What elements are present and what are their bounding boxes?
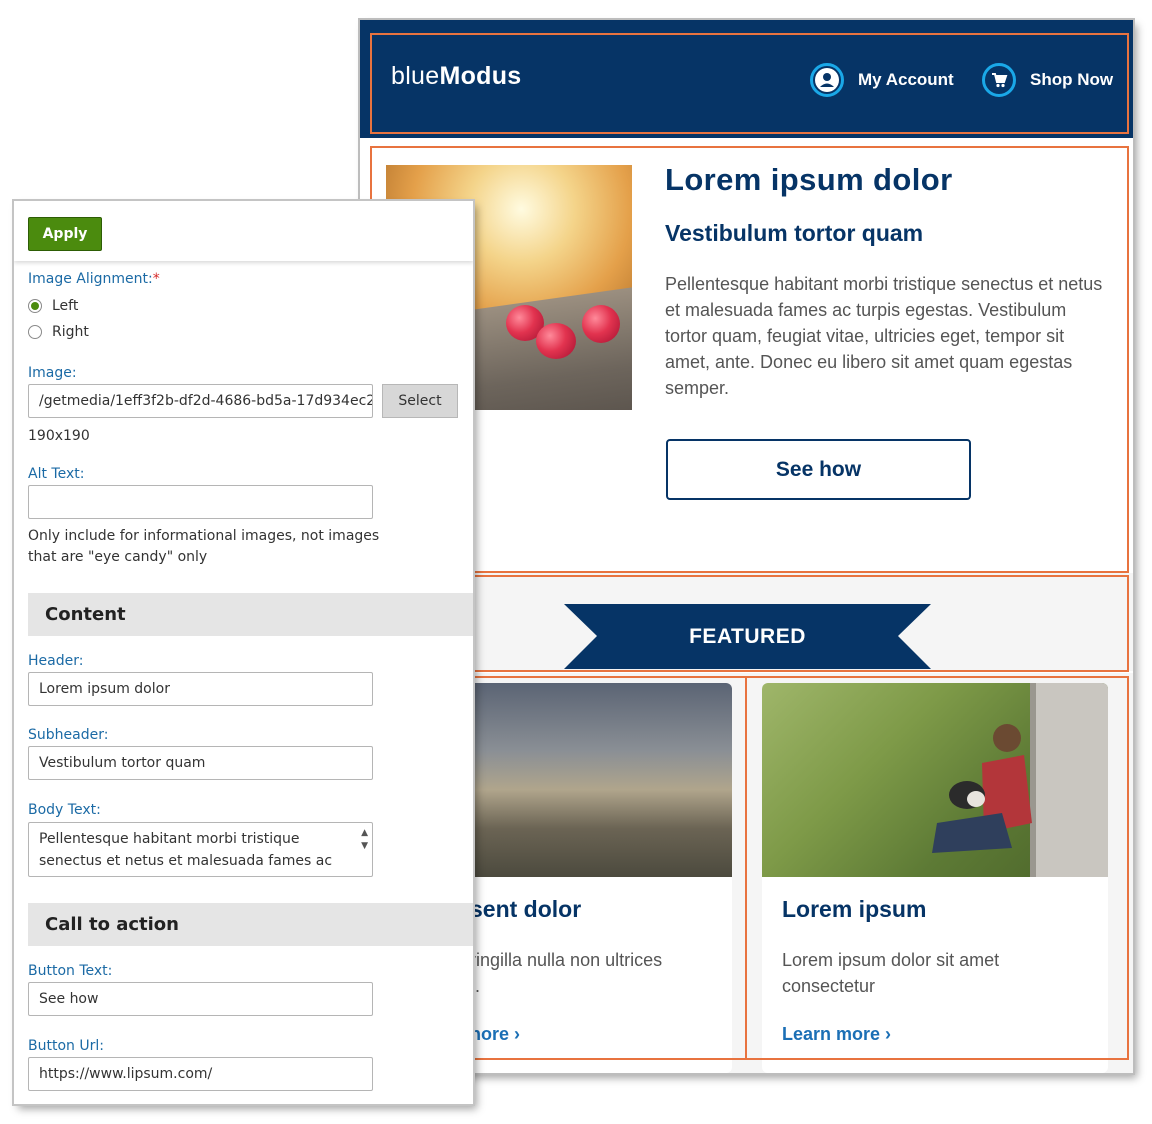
header-input[interactable]: Lorem ipsum dolor [28, 672, 373, 706]
alignment-right-option[interactable]: Right [28, 324, 89, 340]
body-text-label: Body Text: [28, 802, 101, 818]
hero-title: Lorem ipsum dolor [665, 162, 953, 197]
shop-now-link[interactable]: Shop Now [982, 60, 1113, 100]
card-2-link[interactable]: Learn more › [782, 1024, 891, 1045]
hero-subtitle: Vestibulum tortor quam [665, 220, 924, 246]
image-alignment-label: Image Alignment:* [28, 271, 160, 287]
button-text-input[interactable]: See how [28, 982, 373, 1016]
my-account-label: My Account [858, 70, 954, 89]
hero-cta-button[interactable]: See how [666, 439, 971, 500]
card-1-text: ringilla nulla non ultrices t. [470, 950, 663, 996]
image-label: Image: [28, 365, 77, 381]
cart-icon [982, 63, 1016, 97]
alt-text-input[interactable] [28, 485, 373, 519]
apply-button[interactable]: Apply [28, 217, 102, 251]
panel-toolbar: Apply [14, 201, 473, 261]
button-url-input[interactable]: https://www.lipsum.com/ [28, 1057, 373, 1091]
featured-label: FEATURED [689, 624, 806, 648]
alignment-right-radio[interactable] [28, 325, 42, 339]
card-2: Lorem ipsum Lorem ipsum dolor sit amet c… [762, 683, 1108, 1073]
user-icon [810, 63, 844, 97]
hero-body: Pellentesque habitant morbi tristique se… [665, 274, 1103, 398]
card-2-image [762, 683, 1108, 877]
subheader-field-label: Subheader: [28, 727, 109, 743]
image-path-input[interactable]: /getmedia/1eff3f2b-df2d-4686-bd5a-17d934… [28, 384, 373, 418]
subheader-input[interactable]: Vestibulum tortor quam [28, 746, 373, 780]
header-field-label: Header: [28, 653, 84, 669]
email-header: blueModus My Account Shop Now [360, 20, 1133, 138]
content-section-header[interactable]: Content [28, 593, 473, 636]
body-text-textarea[interactable]: Pellentesque habitant morbi tristique se… [28, 822, 373, 877]
card-2-title: Lorem ipsum [782, 896, 927, 922]
brand-logo: blueModus [391, 62, 522, 90]
card-1-title: sent dolor [470, 896, 582, 922]
select-image-button[interactable]: Select [382, 384, 458, 418]
alt-text-help: Only include for informational images, n… [28, 528, 380, 565]
image-size-note: 190x190 [28, 428, 90, 444]
widget-properties-panel: Apply Image Alignment:* Left Right Image… [14, 201, 473, 1104]
card-1-image [430, 683, 732, 877]
card-1: sent dolor ringilla nulla non ultrices t… [430, 683, 732, 1073]
textarea-scroll-arrows-icon[interactable]: ▲ ▼ [361, 827, 368, 853]
alignment-left-option[interactable]: Left [28, 298, 78, 314]
button-text-label: Button Text: [28, 963, 113, 979]
card-1-link[interactable]: nore › [470, 1024, 520, 1045]
email-preview: blueModus My Account Shop Now Lorem ipsu… [360, 20, 1133, 1073]
card-2-text: Lorem ipsum dolor sit amet consectetur [782, 950, 1000, 996]
shop-now-label: Shop Now [1030, 70, 1114, 89]
button-url-label: Button Url: [28, 1038, 104, 1054]
my-account-link[interactable]: My Account [810, 60, 954, 100]
alt-text-label: Alt Text: [28, 466, 85, 482]
alignment-left-radio[interactable] [28, 299, 42, 313]
call-to-action-section-header[interactable]: Call to action [28, 903, 473, 946]
